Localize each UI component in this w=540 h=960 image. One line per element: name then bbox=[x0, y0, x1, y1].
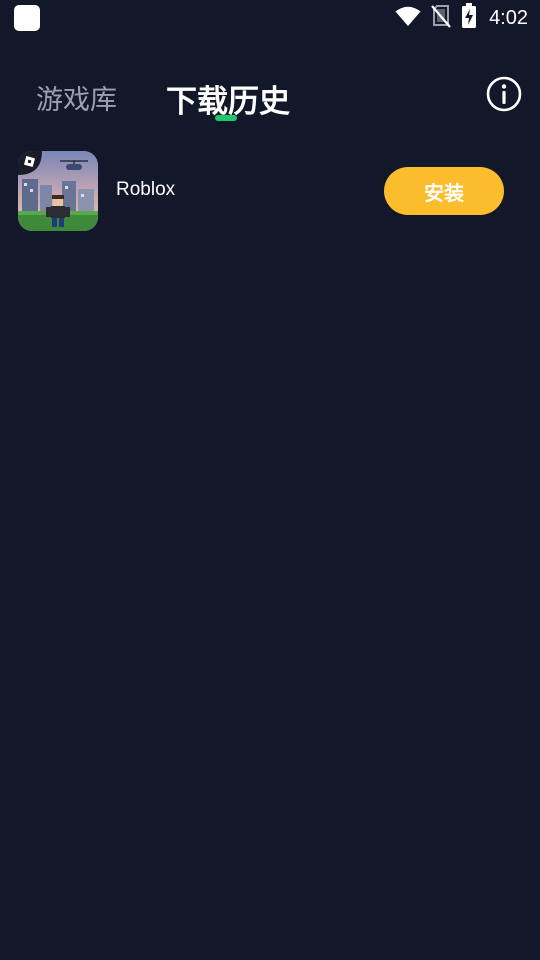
install-button[interactable]: 安装 bbox=[384, 167, 504, 215]
tab-game-library[interactable]: 游戏库 bbox=[36, 78, 117, 117]
roblox-app-icon[interactable] bbox=[18, 151, 98, 231]
tab-header: 游戏库 下载历史 bbox=[0, 64, 540, 128]
no-sim-icon bbox=[431, 4, 451, 32]
info-button[interactable] bbox=[486, 76, 522, 112]
info-icon bbox=[486, 76, 522, 112]
download-list: Roblox 安装 bbox=[0, 150, 540, 232]
active-tab-indicator bbox=[215, 115, 237, 121]
list-item[interactable]: Roblox 安装 bbox=[0, 150, 540, 232]
app-notification-icon bbox=[14, 5, 40, 31]
status-time: 4:02 bbox=[489, 6, 528, 29]
wifi-icon bbox=[395, 5, 421, 31]
app-name: Roblox bbox=[116, 179, 176, 200]
battery-charging-icon bbox=[461, 3, 477, 33]
status-bar: 4:02 bbox=[0, 0, 540, 36]
screen: 4:02 游戏库 下载历史 Roblox 安装 bbox=[0, 0, 540, 960]
status-icons: 4:02 bbox=[395, 0, 528, 36]
